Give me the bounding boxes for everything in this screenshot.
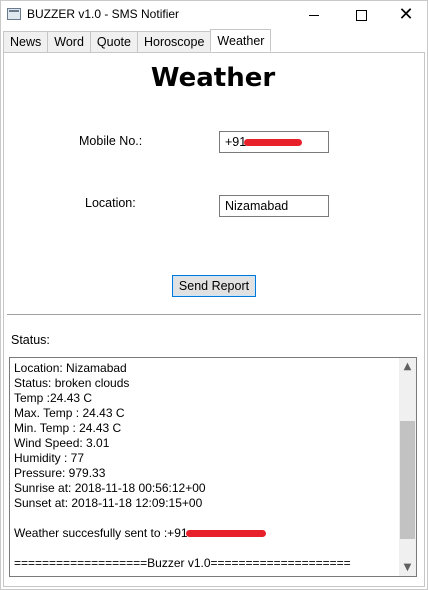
tab-label: Horoscope (143, 35, 205, 49)
status-line: Min. Temp : 24.43 C (14, 421, 122, 435)
tab-label: Word (54, 35, 84, 49)
sent-text: Weather succesfully sent to :+91 (14, 526, 188, 540)
status-line (14, 511, 399, 526)
tab-label: Quote (96, 35, 131, 49)
redaction-mark (244, 139, 303, 147)
vertical-scrollbar[interactable]: ▲ ▼ (399, 358, 416, 576)
close-icon: ✕ (398, 4, 414, 25)
scroll-up-icon[interactable]: ▲ (399, 358, 416, 375)
divider (7, 314, 421, 315)
page-title: Weather (150, 63, 276, 93)
tab-weather[interactable]: Weather (210, 29, 272, 52)
maximize-button[interactable] (338, 1, 384, 29)
tab-horoscope[interactable]: Horoscope (136, 31, 212, 52)
location-input[interactable]: Nizamabad (219, 195, 329, 217)
minimize-icon (309, 14, 319, 16)
tab-strip: News Word Quote Horoscope Weather (3, 29, 272, 53)
status-line: Status: broken clouds (14, 376, 130, 390)
send-report-button[interactable]: Send Report (172, 275, 256, 297)
status-line: Location: Nizamabad (14, 361, 127, 375)
scroll-down-icon[interactable]: ▼ (399, 559, 416, 576)
location-value: Nizamabad (225, 199, 289, 213)
status-line: ===================Buzzer v1.0==========… (14, 556, 351, 570)
status-line (14, 541, 399, 556)
status-line: Max. Temp : 24.43 C (14, 406, 125, 420)
tab-news[interactable]: News (3, 31, 49, 52)
tab-label: News (10, 35, 42, 49)
status-line-sent: Weather succesfully sent to :+91 (14, 526, 399, 541)
status-textarea[interactable]: Location: Nizamabad Status: broken cloud… (9, 357, 417, 577)
tab-quote[interactable]: Quote (89, 31, 138, 52)
status-log: Location: Nizamabad Status: broken cloud… (14, 361, 399, 571)
window-title: BUZZER v1.0 - SMS Notifier (27, 7, 180, 21)
tab-label: Weather (217, 33, 265, 48)
mobile-number-input[interactable]: +91 (219, 131, 329, 153)
status-line: Sunrise at: 2018-11-18 00:56:12+00 (14, 481, 206, 495)
minimize-button[interactable] (291, 1, 337, 29)
title-bar[interactable]: BUZZER v1.0 - SMS Notifier ✕ (1, 1, 427, 29)
mobile-number-value: +91 (225, 135, 247, 149)
status-line: Humidity : 77 (14, 451, 85, 465)
app-window: BUZZER v1.0 - SMS Notifier ✕ News Word Q… (0, 0, 428, 590)
redaction-mark (185, 530, 266, 538)
send-report-label: Send Report (178, 279, 250, 293)
mobile-number-label: Mobile No.: (79, 134, 143, 148)
status-line: Temp :24.43 C (14, 391, 93, 405)
status-line: Pressure: 979.33 (14, 466, 106, 480)
maximize-icon (355, 9, 367, 21)
location-label: Location: (85, 196, 136, 210)
scrollbar-thumb[interactable] (400, 421, 415, 539)
status-line: Wind Speed: 3.01 (14, 436, 110, 450)
close-button[interactable]: ✕ (383, 1, 428, 29)
status-label: Status: (11, 333, 50, 347)
tab-word[interactable]: Word (47, 31, 91, 52)
app-window-icon (7, 8, 21, 20)
status-line: Sunset at: 2018-11-18 12:09:15+00 (14, 496, 203, 510)
